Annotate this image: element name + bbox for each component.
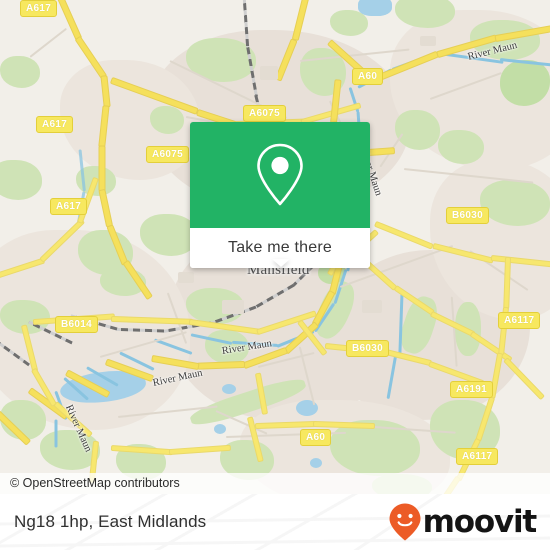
- a-road: [57, 0, 81, 40]
- moovit-map-screenshot: Mansfield A617 A617 A617 A6075 A6075 A60 B6030…: [0, 0, 550, 550]
- building: [178, 272, 194, 283]
- road-shield: A6075: [146, 146, 189, 163]
- location-title: Ng18 1hp, East Midlands: [14, 512, 207, 531]
- moovit-pin-smile-icon: [389, 503, 421, 541]
- road-shield: B6030: [446, 207, 489, 224]
- road-shield: A617: [36, 116, 74, 133]
- building: [260, 66, 278, 80]
- take-me-there-label: Take me there: [228, 239, 332, 256]
- a-road: [99, 189, 112, 227]
- location-pin-icon: [257, 143, 303, 206]
- building: [362, 300, 382, 313]
- water-body: [214, 424, 226, 434]
- road-shield: A617: [20, 0, 58, 17]
- water-body: [222, 384, 236, 394]
- road-shield: A6075: [243, 105, 286, 122]
- river-segment: [54, 419, 58, 448]
- road-shield: A6191: [450, 381, 493, 398]
- building: [222, 300, 244, 314]
- road-shield: B6014: [55, 316, 98, 333]
- card-header: [190, 122, 370, 228]
- card-pointer-tail: [272, 259, 290, 267]
- park-area: [438, 130, 484, 164]
- moovit-wordmark: moovit: [422, 503, 538, 540]
- road-shield: B6030: [346, 340, 389, 357]
- building: [420, 36, 436, 46]
- minor-road: [29, 27, 67, 58]
- park-area: [150, 106, 184, 134]
- park-area: [395, 0, 455, 28]
- map-attribution[interactable]: © OpenStreetMap contributors: [0, 473, 550, 494]
- page-footer: Ng18 1hp, East Midlands moovit: [0, 494, 550, 550]
- park-area: [0, 160, 42, 200]
- b-road: [375, 222, 433, 249]
- road-shield: A60: [352, 68, 384, 85]
- water-body: [358, 0, 392, 16]
- take-me-there-card[interactable]: Take me there: [190, 122, 370, 268]
- road-shield: A60: [300, 429, 332, 446]
- park-area: [0, 56, 40, 88]
- moovit-brand[interactable]: moovit: [388, 502, 538, 542]
- a-road: [99, 146, 105, 191]
- water-body: [310, 458, 322, 468]
- road-shield: A6117: [498, 312, 541, 329]
- park-area: [395, 110, 440, 150]
- road-shield: A6117: [456, 448, 499, 465]
- road-shield: A617: [50, 198, 88, 215]
